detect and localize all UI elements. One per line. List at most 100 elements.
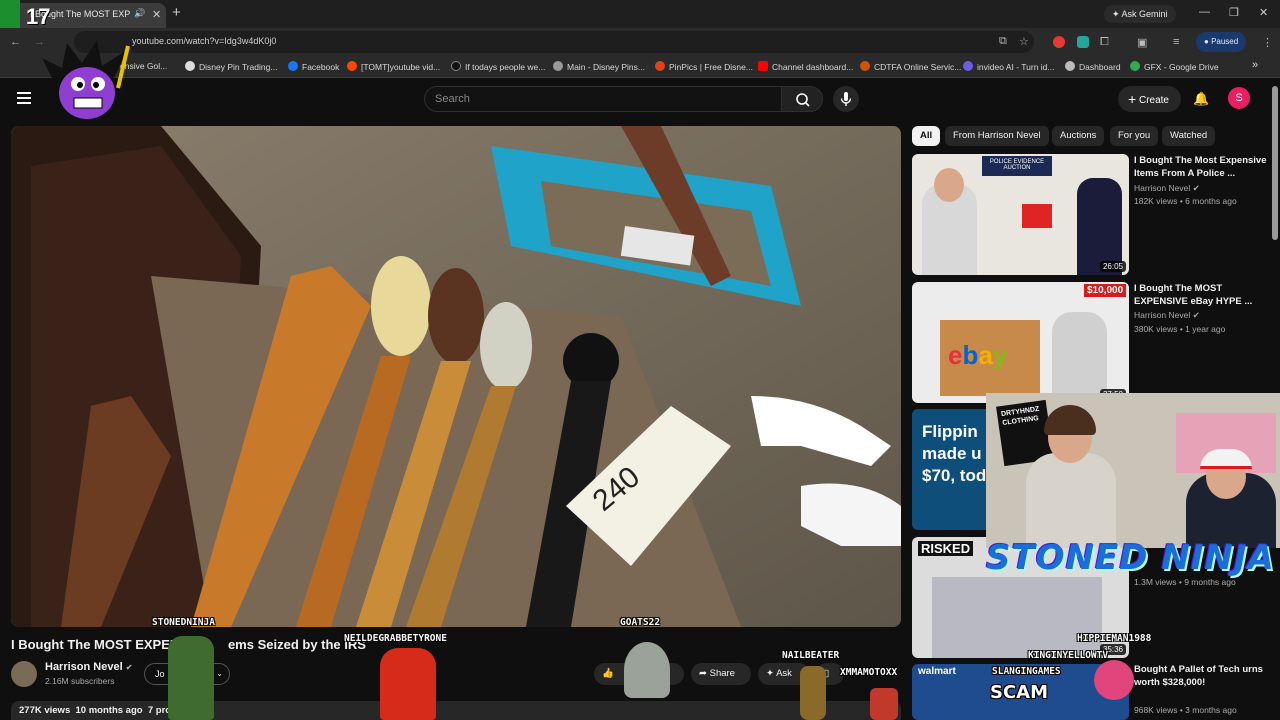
search-icon	[796, 93, 810, 107]
reading-list-icon[interactable]: ≡	[1173, 36, 1179, 48]
browser-menu-icon[interactable]: ⋮	[1262, 36, 1273, 49]
bookmark-favicon-icon	[963, 61, 973, 71]
ask-gemini-button[interactable]: ✦ Ask Gemini	[1104, 5, 1176, 23]
profile-paused-button[interactable]: ● Paused	[1196, 32, 1247, 52]
bookmark-label: Facebook	[302, 62, 340, 72]
share-button[interactable]: ➦ Share	[691, 663, 751, 685]
channel-name[interactable]: Harrison Nevel ✔	[45, 661, 132, 673]
url-text: youtube.com/watch?v=Idg3w4dK0j0	[132, 36, 277, 46]
maximize-icon[interactable]: ❐	[1229, 6, 1239, 19]
user-avatar[interactable]: S	[1228, 87, 1250, 109]
bookmark-item[interactable]: Disney Pin Trading...	[185, 61, 277, 72]
bookmark-label: CDTFA Online Servic...	[874, 62, 962, 72]
bookmark-favicon-icon	[553, 61, 563, 71]
bookmark-item[interactable]: Main - Disney Pins...	[553, 61, 645, 72]
search-input[interactable]: Search	[424, 86, 782, 112]
verified-icon: ✔	[1192, 183, 1200, 193]
bookmark-favicon-icon	[860, 61, 870, 71]
thumb-label: walmart	[918, 666, 956, 677]
verified-icon: ✔	[125, 663, 133, 672]
rec-channel[interactable]: Harrison Nevel ✔	[1134, 310, 1200, 321]
rec-thumbnail[interactable]: POLICE EVIDENCE AUCTION 26:05	[912, 154, 1129, 275]
bookmark-favicon-icon	[347, 61, 357, 71]
voice-search-button[interactable]	[833, 86, 859, 112]
rec-channel-label: Harrison Nevel	[1134, 183, 1191, 193]
create-button[interactable]: + Create	[1118, 86, 1181, 112]
hamburger-menu-icon[interactable]	[17, 92, 31, 104]
video-player[interactable]: 240	[11, 126, 901, 627]
chip-watched[interactable]: Watched	[1162, 126, 1216, 146]
rec-views: 1.3M views	[1134, 577, 1177, 587]
channel-avatar[interactable]	[11, 661, 37, 687]
rec-views: 380K views	[1134, 324, 1178, 334]
chip-for-you[interactable]: For you	[1110, 126, 1159, 146]
more-bookmarks-icon[interactable]: »	[1252, 59, 1258, 71]
ufo-sprite-icon	[624, 642, 670, 698]
kick-logo-icon	[0, 0, 20, 28]
minimize-icon[interactable]: —	[1199, 6, 1210, 18]
chip-auctions[interactable]: Auctions	[1052, 126, 1105, 146]
notifications-bell-icon[interactable]: 🔔	[1193, 91, 1209, 107]
bookmark-label: [TOMT]youtube vid...	[361, 62, 441, 72]
bookmark-favicon-icon	[1065, 61, 1075, 71]
bookmark-item[interactable]: Dashboard	[1065, 61, 1121, 72]
youtube-header: Search + Create 🔔 S	[0, 78, 1280, 122]
thumb-label: ebay	[948, 340, 1008, 370]
bookmark-item[interactable]: GFX - Google Drive	[1130, 61, 1219, 72]
rec-meta: 1.3M views • 9 months ago	[1134, 577, 1236, 587]
extension-icon[interactable]	[1077, 36, 1089, 48]
rec-age: 9 months ago	[1184, 577, 1236, 587]
tab-audio-icon[interactable]: 🔊	[134, 8, 145, 19]
search-button[interactable]	[781, 86, 823, 112]
bookmark-item[interactable]: CDTFA Online Servic...	[860, 61, 961, 72]
bookmark-item[interactable]: Facebook	[288, 61, 339, 72]
bookmark-item[interactable]: [TOMT]youtube vid...	[347, 61, 440, 72]
like-icon[interactable]: 👍	[594, 668, 614, 679]
purple-mascot-icon	[42, 40, 130, 119]
rec-title[interactable]: I Bought The Most Expensive Items From A…	[1134, 154, 1269, 180]
bookmark-label: PinPics | Free Disne...	[669, 62, 753, 72]
pink-creature-sprite-icon	[1094, 660, 1134, 700]
thumb-price-badge: $10,000	[1084, 284, 1127, 297]
tab-close-icon[interactable]: ✕	[152, 8, 161, 21]
bookmark-item[interactable]: invideo AI - Turn id...	[963, 61, 1054, 72]
upload-age: 10 months ago	[75, 705, 143, 716]
rec-views: 182K views	[1134, 196, 1178, 206]
share-label: Share	[709, 668, 735, 679]
chat-username: HIPPIEMAN1988	[1077, 633, 1152, 644]
thumb-label: POLICE EVIDENCE AUCTION	[982, 156, 1052, 176]
chip-from-channel[interactable]: From Harrison Nevel	[945, 126, 1049, 146]
chip-all[interactable]: All	[912, 126, 941, 146]
ask-gemini-label: Ask Gemini	[1121, 9, 1168, 19]
mario-sprite-icon	[870, 688, 898, 720]
extensions-puzzle-icon[interactable]: ⧠	[1100, 36, 1109, 49]
rec-age: 6 months ago	[1185, 196, 1237, 206]
tab-search-icon[interactable]: ▣	[1137, 36, 1147, 49]
new-tab-button[interactable]: +	[172, 4, 181, 21]
stream-counter: 17	[26, 4, 51, 29]
page-scrollbar[interactable]	[1272, 86, 1278, 240]
install-app-icon[interactable]: ⧉	[999, 35, 1007, 48]
scam-overlay-text: SCAM	[990, 682, 1049, 703]
bookmark-item[interactable]: If todays people we...	[451, 61, 545, 72]
chat-username: GOATS22	[620, 617, 661, 628]
back-icon[interactable]: ←	[10, 36, 21, 48]
bookmark-label: Dashboard	[1079, 62, 1121, 72]
rec-thumbnail[interactable]: ebay $10,000 27:50	[912, 282, 1129, 403]
rec-title[interactable]: I Bought The MOST EXPENSIVE eBay HYPE ..…	[1134, 282, 1269, 308]
rec-title[interactable]: Bought A Pallet of Tech urns worth $328,…	[1134, 663, 1269, 689]
bookmark-favicon-icon	[451, 61, 461, 71]
bookmark-star-icon[interactable]: ☆	[1019, 35, 1029, 48]
description-box[interactable]: 277K views 10 months ago 7 produc	[11, 701, 901, 720]
bookmark-item[interactable]: PinPics | Free Disne...	[655, 61, 753, 72]
bookmark-label: GFX - Google Drive	[1144, 62, 1219, 72]
chat-username: NAILBEATER	[782, 650, 840, 661]
omnibox[interactable]: youtube.com/watch?v=Idg3w4dK0j0 ⧉ ☆	[74, 31, 1034, 53]
extension-icon[interactable]	[1053, 36, 1065, 48]
ask-label: Ask	[776, 668, 792, 679]
bookmark-item[interactable]: Channel dashboard...	[758, 61, 853, 72]
close-window-icon[interactable]: ✕	[1259, 6, 1268, 19]
video-title-start: I Bought The MOST EXPENS	[11, 637, 188, 652]
rec-channel[interactable]: Harrison Nevel ✔	[1134, 183, 1200, 194]
address-toolbar: ← → youtube.com/watch?v=Idg3w4dK0j0 ⧉ ☆ …	[0, 28, 1280, 56]
